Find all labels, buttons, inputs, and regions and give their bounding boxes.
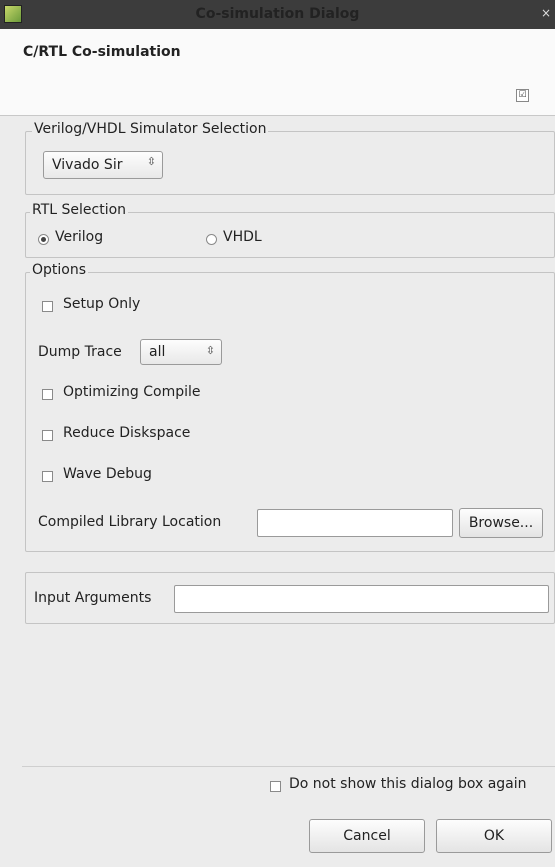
reduce-diskspace-label[interactable]: Reduce Diskspace [63, 425, 190, 441]
vhdl-label[interactable]: VHDL [223, 229, 262, 245]
dump-trace-label: Dump Trace [38, 344, 122, 360]
compiled-library-input[interactable] [257, 509, 453, 537]
setup-only-checkbox[interactable] [42, 301, 53, 312]
reduce-diskspace-checkbox[interactable] [42, 430, 53, 441]
dialog-heading: C/RTL Co-simulation [23, 44, 181, 60]
do-not-show-checkbox[interactable] [270, 781, 281, 792]
input-arguments-label: Input Arguments [34, 590, 152, 606]
dump-trace-select[interactable]: all ⇳ [140, 339, 222, 365]
browse-button[interactable]: Browse... [459, 508, 543, 538]
wave-debug-label[interactable]: Wave Debug [63, 466, 152, 482]
setup-only-label[interactable]: Setup Only [63, 296, 140, 312]
simulator-select-value: Vivado Sir [52, 157, 123, 173]
dialog-header [0, 29, 555, 116]
verilog-radio[interactable] [38, 234, 49, 245]
header-check-icon: ☑ [516, 89, 529, 102]
options-legend: Options [30, 262, 89, 278]
simulator-selection-legend: Verilog/VHDL Simulator Selection [32, 121, 269, 137]
cancel-button[interactable]: Cancel [309, 819, 425, 853]
rtl-selection-legend: RTL Selection [30, 202, 129, 218]
rtl-selection-group [25, 212, 555, 258]
vhdl-radio[interactable] [206, 234, 217, 245]
window-title: Co-simulation Dialog [195, 6, 360, 22]
verilog-label[interactable]: Verilog [55, 229, 103, 245]
footer-divider [22, 766, 555, 767]
close-icon[interactable]: × [541, 6, 551, 20]
combo-arrow-icon: ⇳ [205, 344, 215, 357]
combo-arrow-icon: ⇳ [146, 155, 156, 168]
wave-debug-checkbox[interactable] [42, 471, 53, 482]
input-arguments-input[interactable] [174, 585, 549, 613]
optimizing-compile-label[interactable]: Optimizing Compile [63, 384, 201, 400]
simulator-select[interactable]: Vivado Sir ⇳ [43, 151, 163, 179]
do-not-show-label[interactable]: Do not show this dialog box again [289, 776, 527, 792]
ok-button[interactable]: OK [436, 819, 552, 853]
compiled-library-label: Compiled Library Location [38, 514, 222, 530]
dump-trace-value: all [149, 344, 166, 360]
optimizing-compile-checkbox[interactable] [42, 389, 53, 400]
